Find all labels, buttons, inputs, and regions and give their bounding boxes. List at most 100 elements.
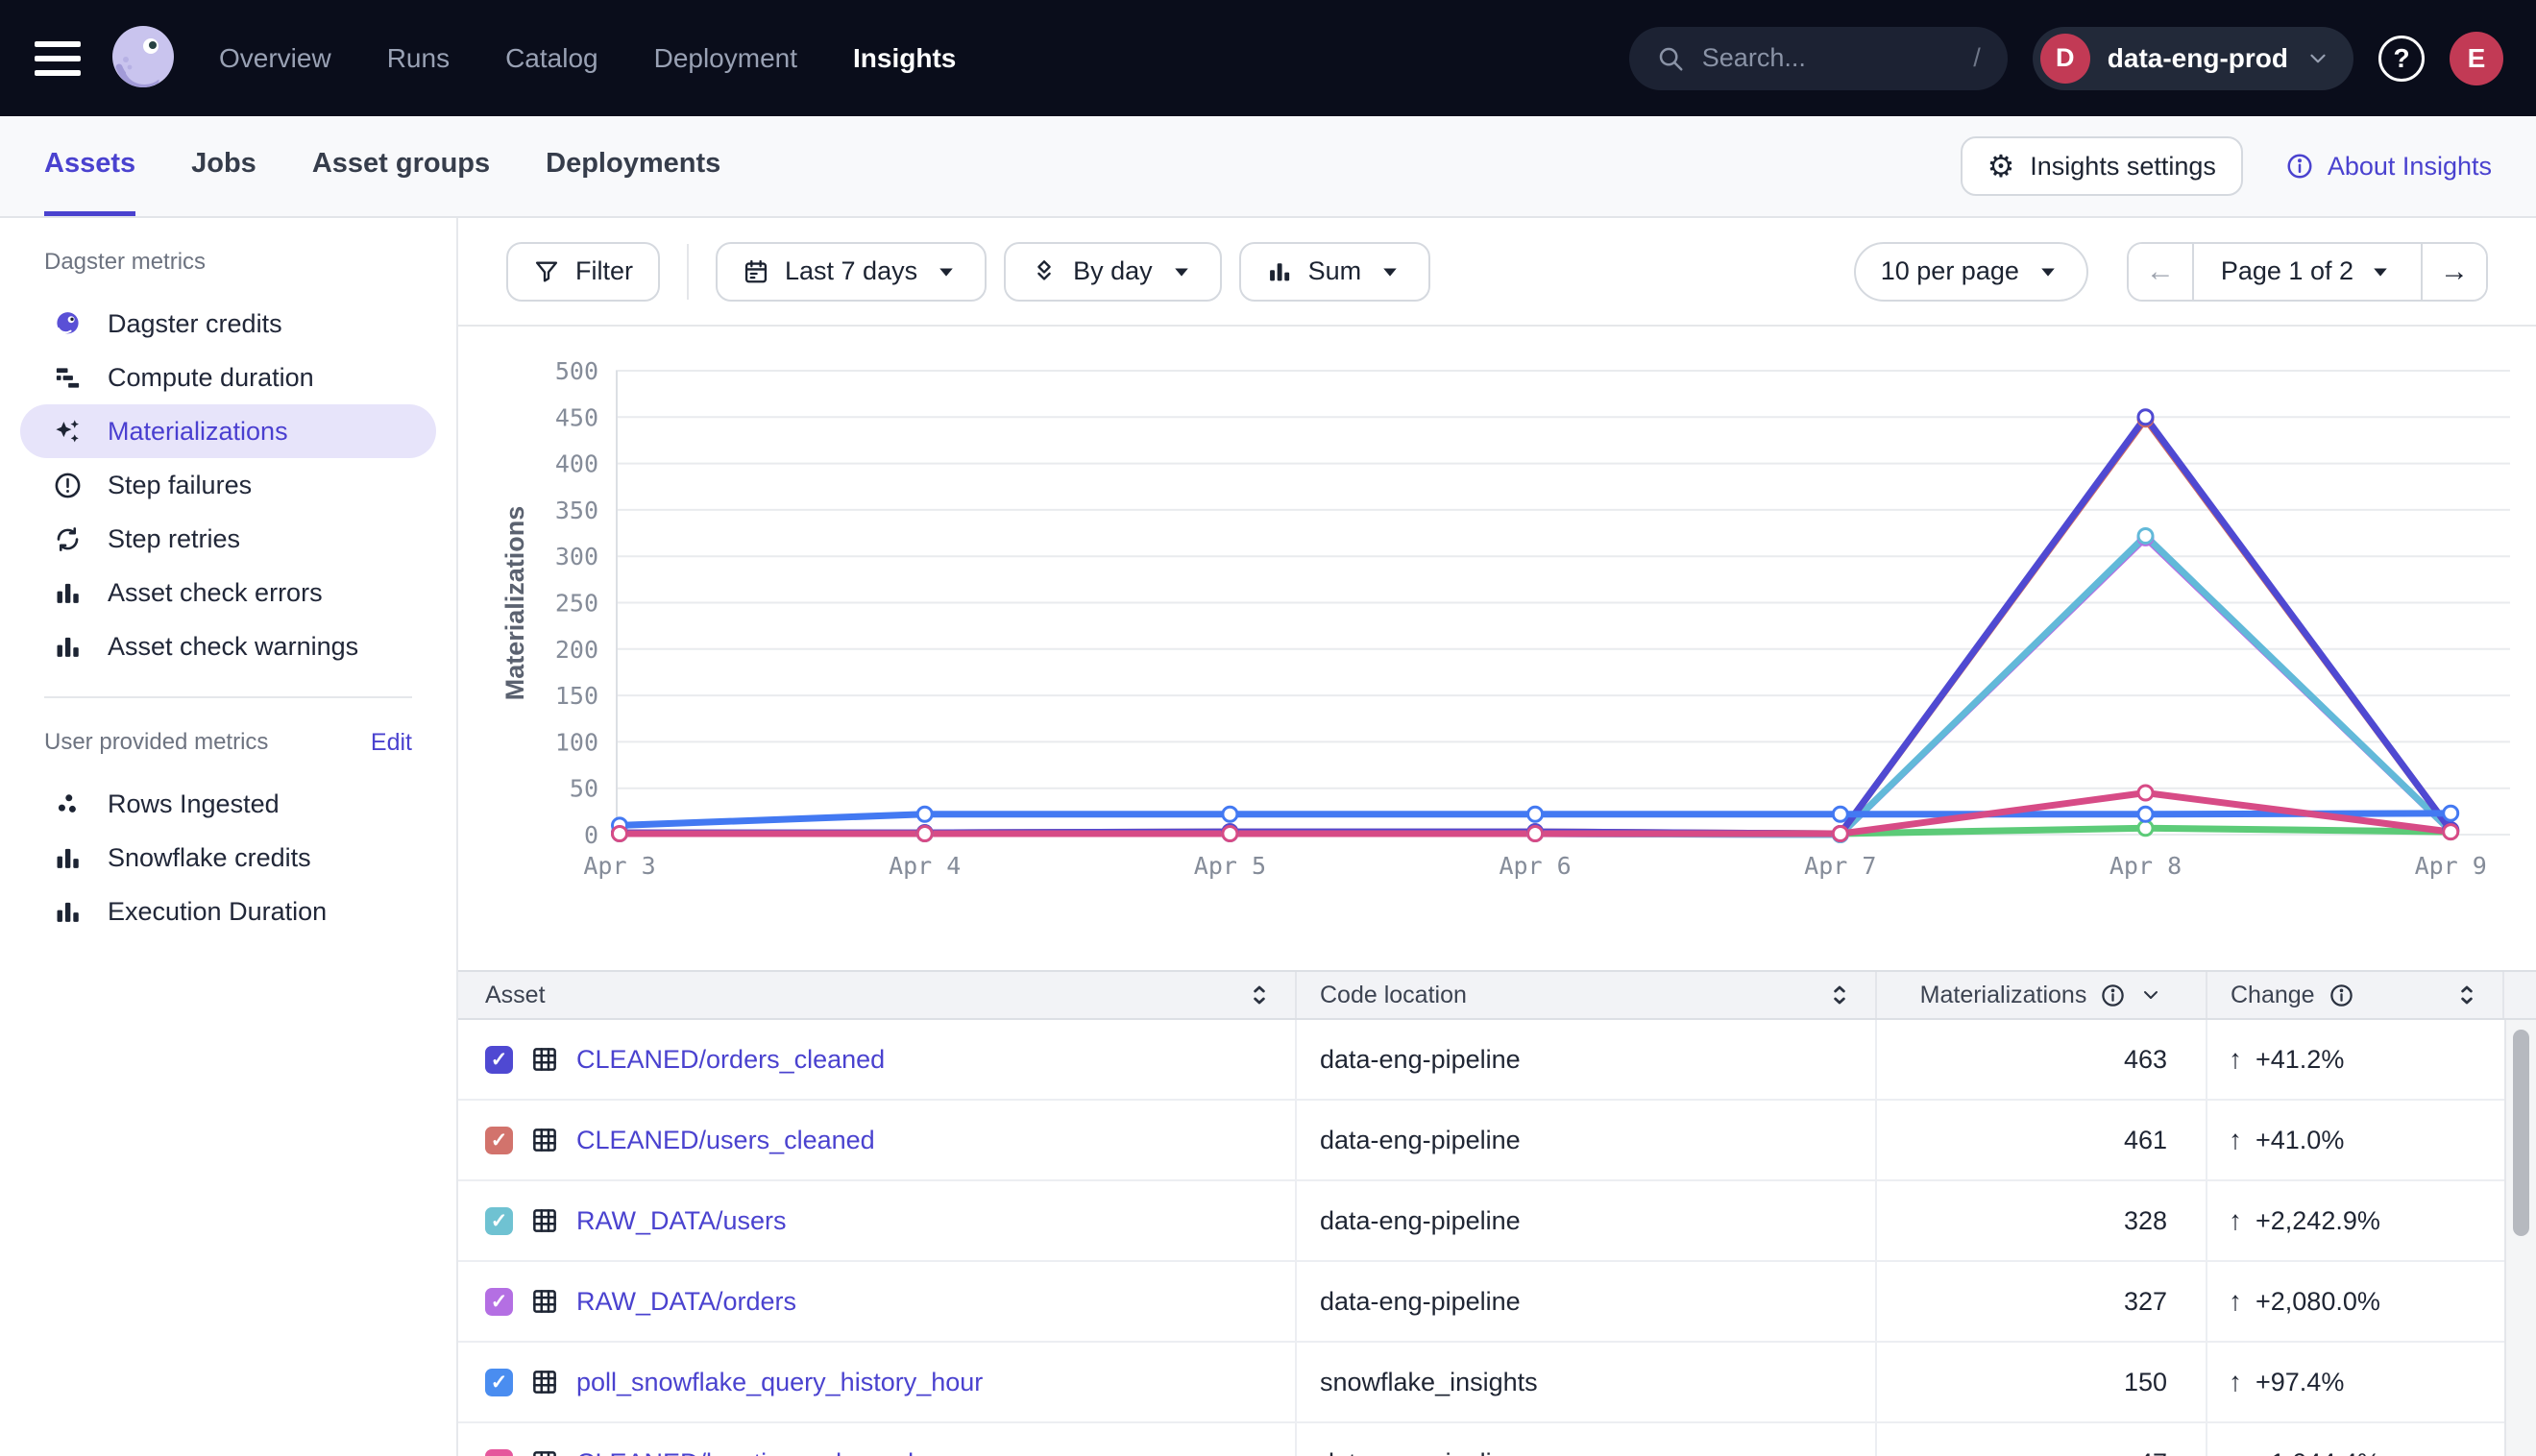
chart-toolbar: Filter Last 7 days By day Sum 10 per pag: [458, 218, 2536, 327]
date-range-button[interactable]: Last 7 days: [716, 242, 987, 302]
cell-change: ↑+2,080.0%: [2207, 1262, 2504, 1341]
info-icon: [2285, 152, 2314, 181]
gear-icon: ⚙: [1987, 151, 2015, 182]
svg-text:350: 350: [555, 497, 598, 524]
sort-icon[interactable]: [1247, 983, 1272, 1007]
nav-item-overview[interactable]: Overview: [219, 43, 331, 74]
col-code-location-label: Code location: [1320, 982, 1467, 1009]
sidebar-item-execution-duration[interactable]: Execution Duration: [20, 885, 436, 938]
asset-link[interactable]: CLEANED/users_cleaned: [576, 1126, 875, 1155]
info-icon[interactable]: [2100, 983, 2126, 1008]
prev-page-button[interactable]: ←: [2129, 244, 2192, 300]
user-avatar[interactable]: E: [2450, 32, 2503, 85]
nav-item-catalog[interactable]: Catalog: [505, 43, 598, 74]
cell-asset: ✓ CLEANED/locations_cleaned: [458, 1423, 1297, 1456]
asset-link[interactable]: CLEANED/orders_cleaned: [576, 1045, 885, 1075]
svg-text:250: 250: [555, 590, 598, 618]
materializations-line-chart: 050100150200250300350400450500Apr 3Apr 4…: [458, 327, 2536, 970]
change-value: +41.2%: [2256, 1045, 2344, 1075]
asset-checkbox[interactable]: ✓: [485, 1046, 513, 1074]
sidebar-item-materializations[interactable]: Materializations: [20, 404, 436, 458]
asset-link[interactable]: RAW_DATA/users: [576, 1206, 787, 1236]
sidebar-item-compute-duration[interactable]: Compute duration: [20, 351, 436, 404]
sort-icon[interactable]: [1827, 983, 1852, 1007]
asset-link[interactable]: RAW_DATA/orders: [576, 1287, 796, 1317]
caret-down-icon: [1168, 258, 1195, 285]
insights-settings-label: Insights settings: [2030, 152, 2216, 182]
page-select[interactable]: Page 1 of 2: [2192, 244, 2423, 300]
sidebar-item-label: Dagster credits: [108, 309, 282, 339]
sparkles-icon: [53, 417, 83, 447]
sort-icon[interactable]: [2454, 983, 2479, 1007]
asset-checkbox[interactable]: ✓: [485, 1207, 513, 1235]
sidebar-item-label: Compute duration: [108, 363, 314, 393]
cell-materializations: 150: [1877, 1343, 2207, 1421]
deployment-switcher[interactable]: D data-eng-prod: [2033, 27, 2353, 90]
tab-jobs[interactable]: Jobs: [191, 116, 256, 216]
cell-materializations: 327: [1877, 1262, 2207, 1341]
cell-materializations: 463: [1877, 1020, 2207, 1099]
cell-change: ↑+41.2%: [2207, 1020, 2504, 1099]
nav-item-insights[interactable]: Insights: [853, 43, 956, 74]
sidebar-item-label: Step retries: [108, 524, 240, 554]
tab-asset-groups[interactable]: Asset groups: [312, 116, 490, 216]
asset-checkbox[interactable]: ✓: [485, 1288, 513, 1316]
cell-asset: ✓ poll_snowflake_query_history_hour: [458, 1343, 1297, 1421]
nav-item-deployment[interactable]: Deployment: [654, 43, 797, 74]
up-arrow-icon: ↑: [2229, 1205, 2242, 1236]
asset-link[interactable]: CLEANED/locations_cleaned: [576, 1448, 914, 1456]
search-input[interactable]: Search... /: [1629, 27, 2008, 90]
aggregation-button[interactable]: Sum: [1239, 242, 1431, 302]
asset-checkbox[interactable]: ✓: [485, 1449, 513, 1456]
per-page-button[interactable]: 10 per page: [1854, 242, 2088, 302]
sidebar-item-label: Step failures: [108, 471, 252, 500]
svg-text:500: 500: [555, 357, 598, 385]
table-header: Asset Code location Materializations Cha…: [458, 970, 2536, 1020]
svg-text:300: 300: [555, 543, 598, 570]
svg-text:200: 200: [555, 636, 598, 664]
dagster-logo[interactable]: [106, 21, 181, 96]
sidebar-item-step-retries[interactable]: Step retries: [20, 512, 436, 566]
info-icon[interactable]: [2329, 983, 2354, 1008]
chevron-down-icon: [2305, 46, 2330, 71]
cell-asset: ✓ RAW_DATA/orders: [458, 1262, 1297, 1341]
nav-item-runs[interactable]: Runs: [387, 43, 450, 74]
sidebar-divider: [44, 696, 412, 698]
cell-code-location: data-eng-pipeline: [1297, 1101, 1877, 1179]
caret-down-icon: [2035, 258, 2061, 285]
asset-checkbox[interactable]: ✓: [485, 1369, 513, 1396]
about-insights-link[interactable]: About Insights: [2285, 152, 2492, 182]
sidebar-item-asset-check-warnings[interactable]: Asset check warnings: [20, 619, 436, 673]
table-scrollbar-track[interactable]: [2504, 1020, 2536, 1456]
change-value: +41.0%: [2256, 1126, 2344, 1155]
filter-button[interactable]: Filter: [506, 242, 660, 302]
tab-deployments[interactable]: Deployments: [546, 116, 720, 216]
sidebar-item-label: Rows Ingested: [108, 789, 280, 819]
sidebar-item-asset-check-errors[interactable]: Asset check errors: [20, 566, 436, 619]
chevron-down-icon[interactable]: [2139, 983, 2162, 1007]
bar-chart-icon: [1266, 258, 1293, 285]
tab-assets[interactable]: Assets: [44, 116, 135, 216]
alert-icon: [53, 471, 83, 500]
asset-checkbox[interactable]: ✓: [485, 1127, 513, 1154]
next-page-button[interactable]: →: [2423, 244, 2486, 300]
sidebar-item-step-failures[interactable]: Step failures: [20, 458, 436, 512]
edit-metrics-link[interactable]: Edit: [371, 729, 412, 757]
help-icon[interactable]: ?: [2378, 36, 2425, 82]
change-value: +1,044.4%: [2256, 1448, 2380, 1456]
sidebar-item-dagster-credits[interactable]: Dagster credits: [20, 297, 436, 351]
table-row: ✓poll_snowflake_query_history_hoursnowfl…: [458, 1343, 2536, 1423]
menu-icon[interactable]: [33, 37, 83, 80]
assets-table: Asset Code location Materializations Cha…: [458, 970, 2536, 1456]
sidebar-item-rows-ingested[interactable]: Rows Ingested: [20, 777, 436, 831]
group-by-button[interactable]: By day: [1004, 242, 1222, 302]
table-row: ✓RAW_DATA/usersdata-eng-pipeline328↑+2,2…: [458, 1181, 2536, 1262]
asset-link[interactable]: poll_snowflake_query_history_hour: [576, 1368, 983, 1397]
pagination-control: ← Page 1 of 2 →: [2127, 242, 2488, 302]
sidebar-item-snowflake-credits[interactable]: Snowflake credits: [20, 831, 436, 885]
cell-change: ↑+97.4%: [2207, 1343, 2504, 1421]
insights-settings-button[interactable]: ⚙ Insights settings: [1961, 136, 2243, 196]
table-scrollbar-thumb[interactable]: [2513, 1030, 2529, 1236]
table-grid-icon: [530, 1206, 559, 1235]
cell-materializations: 47: [1877, 1423, 2207, 1456]
